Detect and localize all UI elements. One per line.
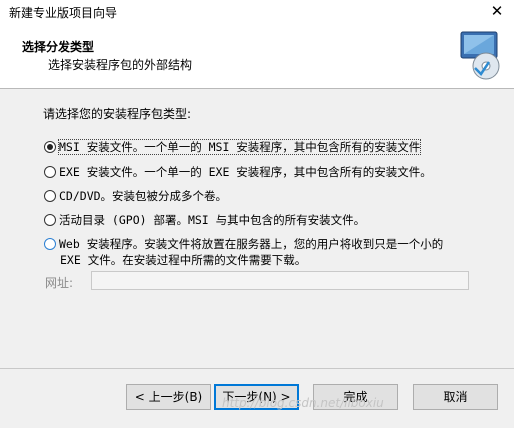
- window-title: 新建专业版项目向导: [9, 6, 118, 20]
- option-exe[interactable]: EXE 安装文件。一个单一的 EXE 安装程序，其中包含所有的安装文件。: [44, 164, 432, 180]
- option-gpo[interactable]: 活动目录 (GPO) 部署。MSI 与其中包含的所有安装文件。: [44, 212, 365, 228]
- option-cd-dvd-label: CD/DVD。安装包被分成多个卷。: [59, 189, 228, 203]
- title-bar: 新建专业版项目向导 ✕: [0, 0, 514, 24]
- url-label: 网址:: [45, 276, 74, 290]
- radio-web[interactable]: [44, 238, 56, 250]
- installer-package-icon: [460, 31, 500, 80]
- close-icon[interactable]: ✕: [480, 0, 514, 24]
- option-msi-label: MSI 安装文件。一个单一的 MSI 安装程序，其中包含所有的安装文件: [57, 139, 422, 155]
- footer-divider: [0, 368, 514, 369]
- header-title: 选择分发类型: [22, 40, 95, 54]
- option-web-label-line2: EXE 文件。在安装过程中所需的文件需要下载。: [60, 253, 307, 267]
- watermark: http://blog.csdn.net/liboxiu: [222, 396, 384, 410]
- radio-msi[interactable]: [44, 141, 56, 153]
- radio-exe[interactable]: [44, 166, 56, 178]
- header-subtitle: 选择安装程序包的外部结构: [48, 58, 193, 72]
- radio-cd-dvd[interactable]: [44, 190, 56, 202]
- option-web[interactable]: Web 安装程序。安装文件将放置在服务器上，您的用户将收到只是一个小的 EXE …: [44, 236, 443, 268]
- cancel-button[interactable]: 取消: [413, 384, 498, 410]
- wizard-header: 选择分发类型 选择安装程序包的外部结构: [0, 24, 514, 89]
- wizard-window: 新建专业版项目向导 ✕ 选择分发类型 选择安装程序包的外部结构 请选择您的安装程…: [0, 0, 514, 428]
- option-gpo-label: 活动目录 (GPO) 部署。MSI 与其中包含的所有安装文件。: [59, 213, 366, 227]
- distribution-type-prompt: 请选择您的安装程序包类型:: [43, 107, 192, 121]
- back-button[interactable]: < 上一步(B): [126, 384, 211, 410]
- url-input[interactable]: [91, 271, 469, 290]
- option-cd-dvd[interactable]: CD/DVD。安装包被分成多个卷。: [44, 188, 227, 204]
- option-web-label: Web 安装程序。安装文件将放置在服务器上，您的用户将收到只是一个小的: [59, 237, 444, 251]
- option-msi[interactable]: MSI 安装文件。一个单一的 MSI 安装程序，其中包含所有的安装文件: [44, 139, 422, 155]
- option-exe-label: EXE 安装文件。一个单一的 EXE 安装程序，其中包含所有的安装文件。: [59, 165, 432, 179]
- radio-gpo[interactable]: [44, 214, 56, 226]
